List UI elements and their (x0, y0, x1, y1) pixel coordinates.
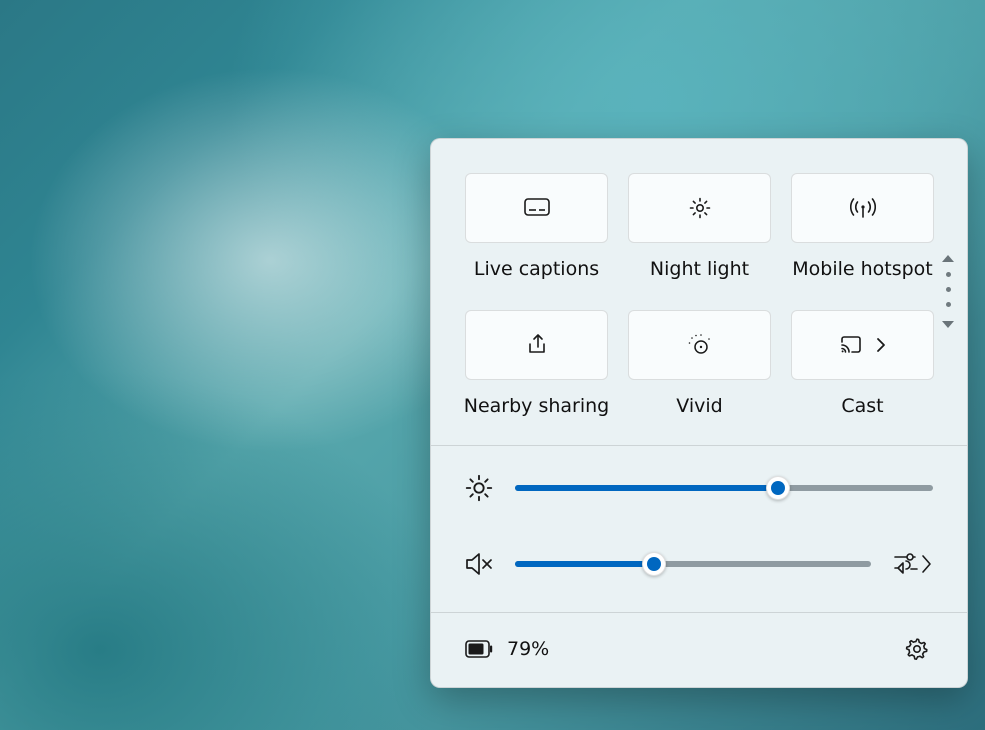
page-down-arrow-icon[interactable] (942, 321, 954, 328)
captions-icon (524, 198, 550, 218)
volume-muted-icon[interactable] (465, 552, 493, 576)
page-dot[interactable] (946, 272, 951, 277)
tile-live-captions-label: Live captions (474, 258, 599, 280)
brightness-icon (465, 474, 493, 502)
tile-vivid[interactable] (628, 310, 771, 380)
tile-night-light-wrap: Night light (628, 173, 771, 280)
battery-percent-label: 79% (507, 638, 549, 660)
hotspot-icon (850, 197, 876, 219)
battery-status[interactable]: 79% (465, 638, 549, 660)
battery-icon (465, 640, 493, 658)
quick-tiles-grid: Live captions (465, 173, 933, 417)
slider-thumb[interactable] (766, 476, 790, 500)
volume-slider[interactable] (515, 552, 871, 576)
tile-nearby-sharing[interactable] (465, 310, 608, 380)
tile-night-light-label: Night light (650, 258, 749, 280)
tiles-page-indicator[interactable] (933, 255, 963, 328)
mixer-icon (893, 550, 933, 578)
vivid-icon (687, 333, 713, 357)
tile-nearby-sharing-wrap: Nearby sharing (465, 310, 608, 417)
tile-live-captions-wrap: Live captions (465, 173, 608, 280)
tile-mobile-hotspot-wrap: Mobile hotspot (791, 173, 934, 280)
brightness-slider[interactable] (515, 476, 933, 500)
quick-settings-footer: 79% (431, 613, 967, 687)
page-dot[interactable] (946, 287, 951, 292)
tile-vivid-wrap: Vivid (628, 310, 771, 417)
chevron-right-icon (876, 337, 886, 353)
page-dot[interactable] (946, 302, 951, 307)
tile-night-light[interactable] (628, 173, 771, 243)
settings-button[interactable] (897, 629, 937, 669)
share-icon (525, 333, 549, 357)
tile-mobile-hotspot[interactable] (791, 173, 934, 243)
brightness-row (465, 474, 933, 502)
cast-icon (840, 336, 862, 354)
slider-thumb[interactable] (642, 552, 666, 576)
sun-icon (688, 196, 712, 220)
tile-cast-label: Cast (841, 395, 883, 417)
gear-icon (905, 637, 929, 661)
page-up-arrow-icon[interactable] (942, 255, 954, 262)
sliders-section (431, 446, 967, 612)
slider-fill (515, 485, 778, 491)
audio-output-button[interactable] (893, 544, 933, 584)
quick-tiles-section: Live captions (431, 139, 967, 445)
tile-cast[interactable] (791, 310, 934, 380)
volume-row (465, 544, 933, 584)
tile-nearby-sharing-label: Nearby sharing (464, 395, 609, 417)
quick-settings-panel: Live captions (430, 138, 968, 688)
tile-live-captions[interactable] (465, 173, 608, 243)
tile-cast-wrap: Cast (791, 310, 934, 417)
slider-fill (515, 561, 654, 567)
tile-mobile-hotspot-label: Mobile hotspot (792, 258, 933, 280)
tile-vivid-label: Vivid (676, 395, 722, 417)
